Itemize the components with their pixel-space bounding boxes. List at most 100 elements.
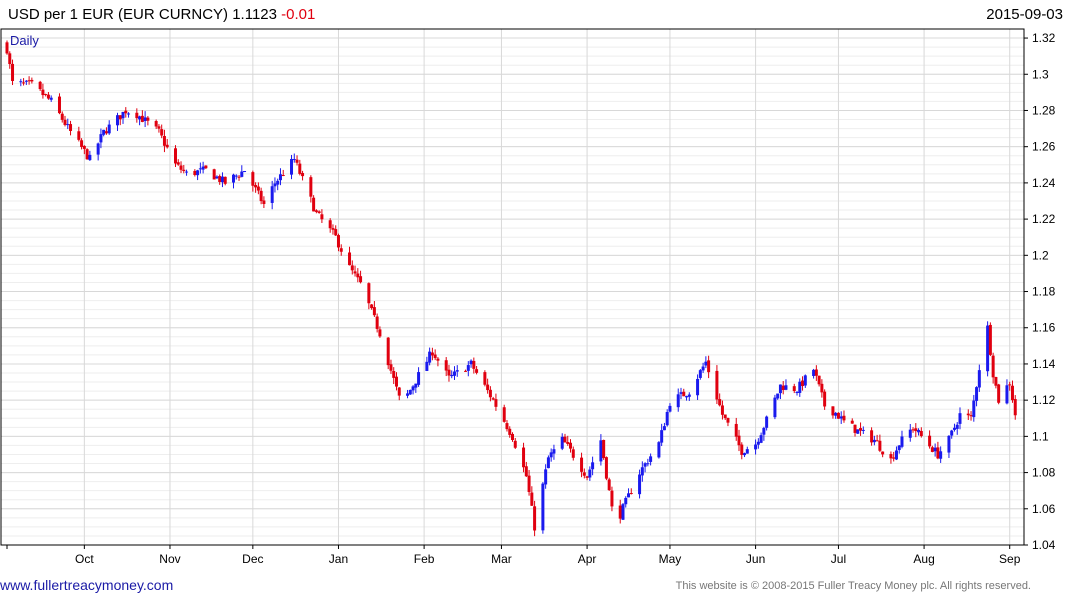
candle-body — [618, 505, 622, 519]
candle-body — [41, 89, 45, 96]
candle-body — [638, 474, 642, 495]
candle-body — [784, 385, 788, 390]
candle-body — [389, 364, 393, 371]
candle-body — [118, 115, 122, 120]
candle-body — [11, 63, 15, 82]
candle-body — [452, 371, 456, 376]
candle-body — [234, 175, 238, 177]
candle-body — [414, 383, 418, 388]
candle-body — [834, 412, 838, 416]
candle-body — [870, 430, 874, 443]
candle-body — [143, 117, 147, 121]
candle-body — [975, 387, 979, 401]
candle-body — [488, 389, 492, 398]
candle-body — [795, 391, 799, 393]
candle-body — [947, 435, 951, 453]
candle-body — [756, 441, 760, 445]
candle-body — [353, 271, 357, 274]
candle-body — [668, 405, 672, 412]
candle-body — [179, 165, 183, 170]
candle-body — [176, 162, 180, 165]
x-tick-label: Nov — [159, 552, 180, 566]
y-tick-label: 1.12 — [1032, 393, 1056, 407]
candle-body — [464, 370, 468, 372]
candle-body — [140, 115, 144, 122]
candle-body — [991, 355, 995, 378]
candle-body — [997, 384, 1001, 403]
candle-body — [718, 399, 722, 406]
y-tick-label: 1.32 — [1032, 31, 1056, 45]
candle-body — [696, 378, 700, 396]
candle-body — [919, 430, 923, 437]
candle-body — [552, 449, 556, 454]
candle-body — [582, 472, 586, 476]
candle-body — [262, 200, 266, 205]
candle-series — [5, 40, 1017, 537]
candle-body — [781, 385, 785, 391]
candle-body — [491, 398, 495, 400]
y-tick-label: 1.08 — [1032, 466, 1056, 480]
candle-body — [44, 94, 48, 96]
candle-body — [704, 361, 708, 366]
candle-body — [1008, 384, 1012, 386]
candle-body — [215, 176, 219, 179]
candle-body — [63, 119, 67, 125]
candle-body — [533, 506, 537, 531]
candle-body — [19, 81, 23, 83]
candle-body — [591, 462, 595, 470]
candle-body — [707, 360, 711, 373]
candle-body — [174, 148, 177, 164]
y-tick-label: 1.24 — [1032, 176, 1056, 190]
candle-body — [185, 171, 189, 173]
candle-body — [8, 53, 12, 65]
candle-body — [522, 447, 526, 468]
candle-body — [336, 235, 340, 248]
candle-body — [60, 113, 64, 120]
candle-body — [820, 383, 824, 393]
candle-body — [737, 435, 741, 446]
site-link[interactable]: www.fullertreacymoney.com — [0, 577, 173, 593]
candle-body — [856, 429, 860, 434]
candle-body — [218, 176, 222, 182]
x-tick-label: Mar — [491, 552, 512, 566]
candle-body — [933, 447, 937, 452]
candle-body — [290, 158, 294, 175]
x-tick-label: Apr — [578, 552, 597, 566]
candle-body — [881, 451, 885, 455]
candle-body — [952, 427, 956, 430]
candle-body — [602, 439, 606, 459]
candle-body — [317, 211, 321, 213]
candle-body — [320, 214, 324, 220]
candle-body — [508, 428, 512, 435]
copyright-text: This website is © 2008-2015 Fuller Treac… — [675, 580, 1031, 592]
candle-body — [256, 186, 260, 191]
y-tick-label: 1.2 — [1032, 248, 1049, 262]
candle-body — [897, 445, 901, 451]
candle-body — [715, 370, 719, 400]
candle-body — [571, 449, 575, 458]
candle-body — [803, 375, 807, 386]
candle-body — [220, 176, 224, 183]
candle-body — [842, 415, 846, 421]
candle-body — [232, 174, 236, 183]
candle-body — [861, 429, 865, 431]
candle-body — [687, 394, 691, 397]
candle-body — [544, 469, 548, 485]
candle-body — [469, 360, 473, 365]
candle-body — [812, 369, 816, 376]
y-tick-label: 1.26 — [1032, 140, 1056, 154]
candle-body — [444, 360, 448, 371]
candle-body — [502, 407, 506, 422]
candle-body — [104, 131, 108, 134]
candle-body — [455, 370, 459, 372]
candle-body — [682, 391, 686, 397]
candle-body — [397, 387, 401, 396]
candle-body — [546, 457, 550, 469]
candle-body — [350, 265, 354, 271]
candle-body — [875, 440, 879, 442]
y-tick-label: 1.22 — [1032, 212, 1056, 226]
candle-body — [309, 177, 313, 197]
candle-body — [466, 365, 470, 371]
candle-body — [359, 276, 363, 283]
candle-body — [685, 396, 689, 398]
